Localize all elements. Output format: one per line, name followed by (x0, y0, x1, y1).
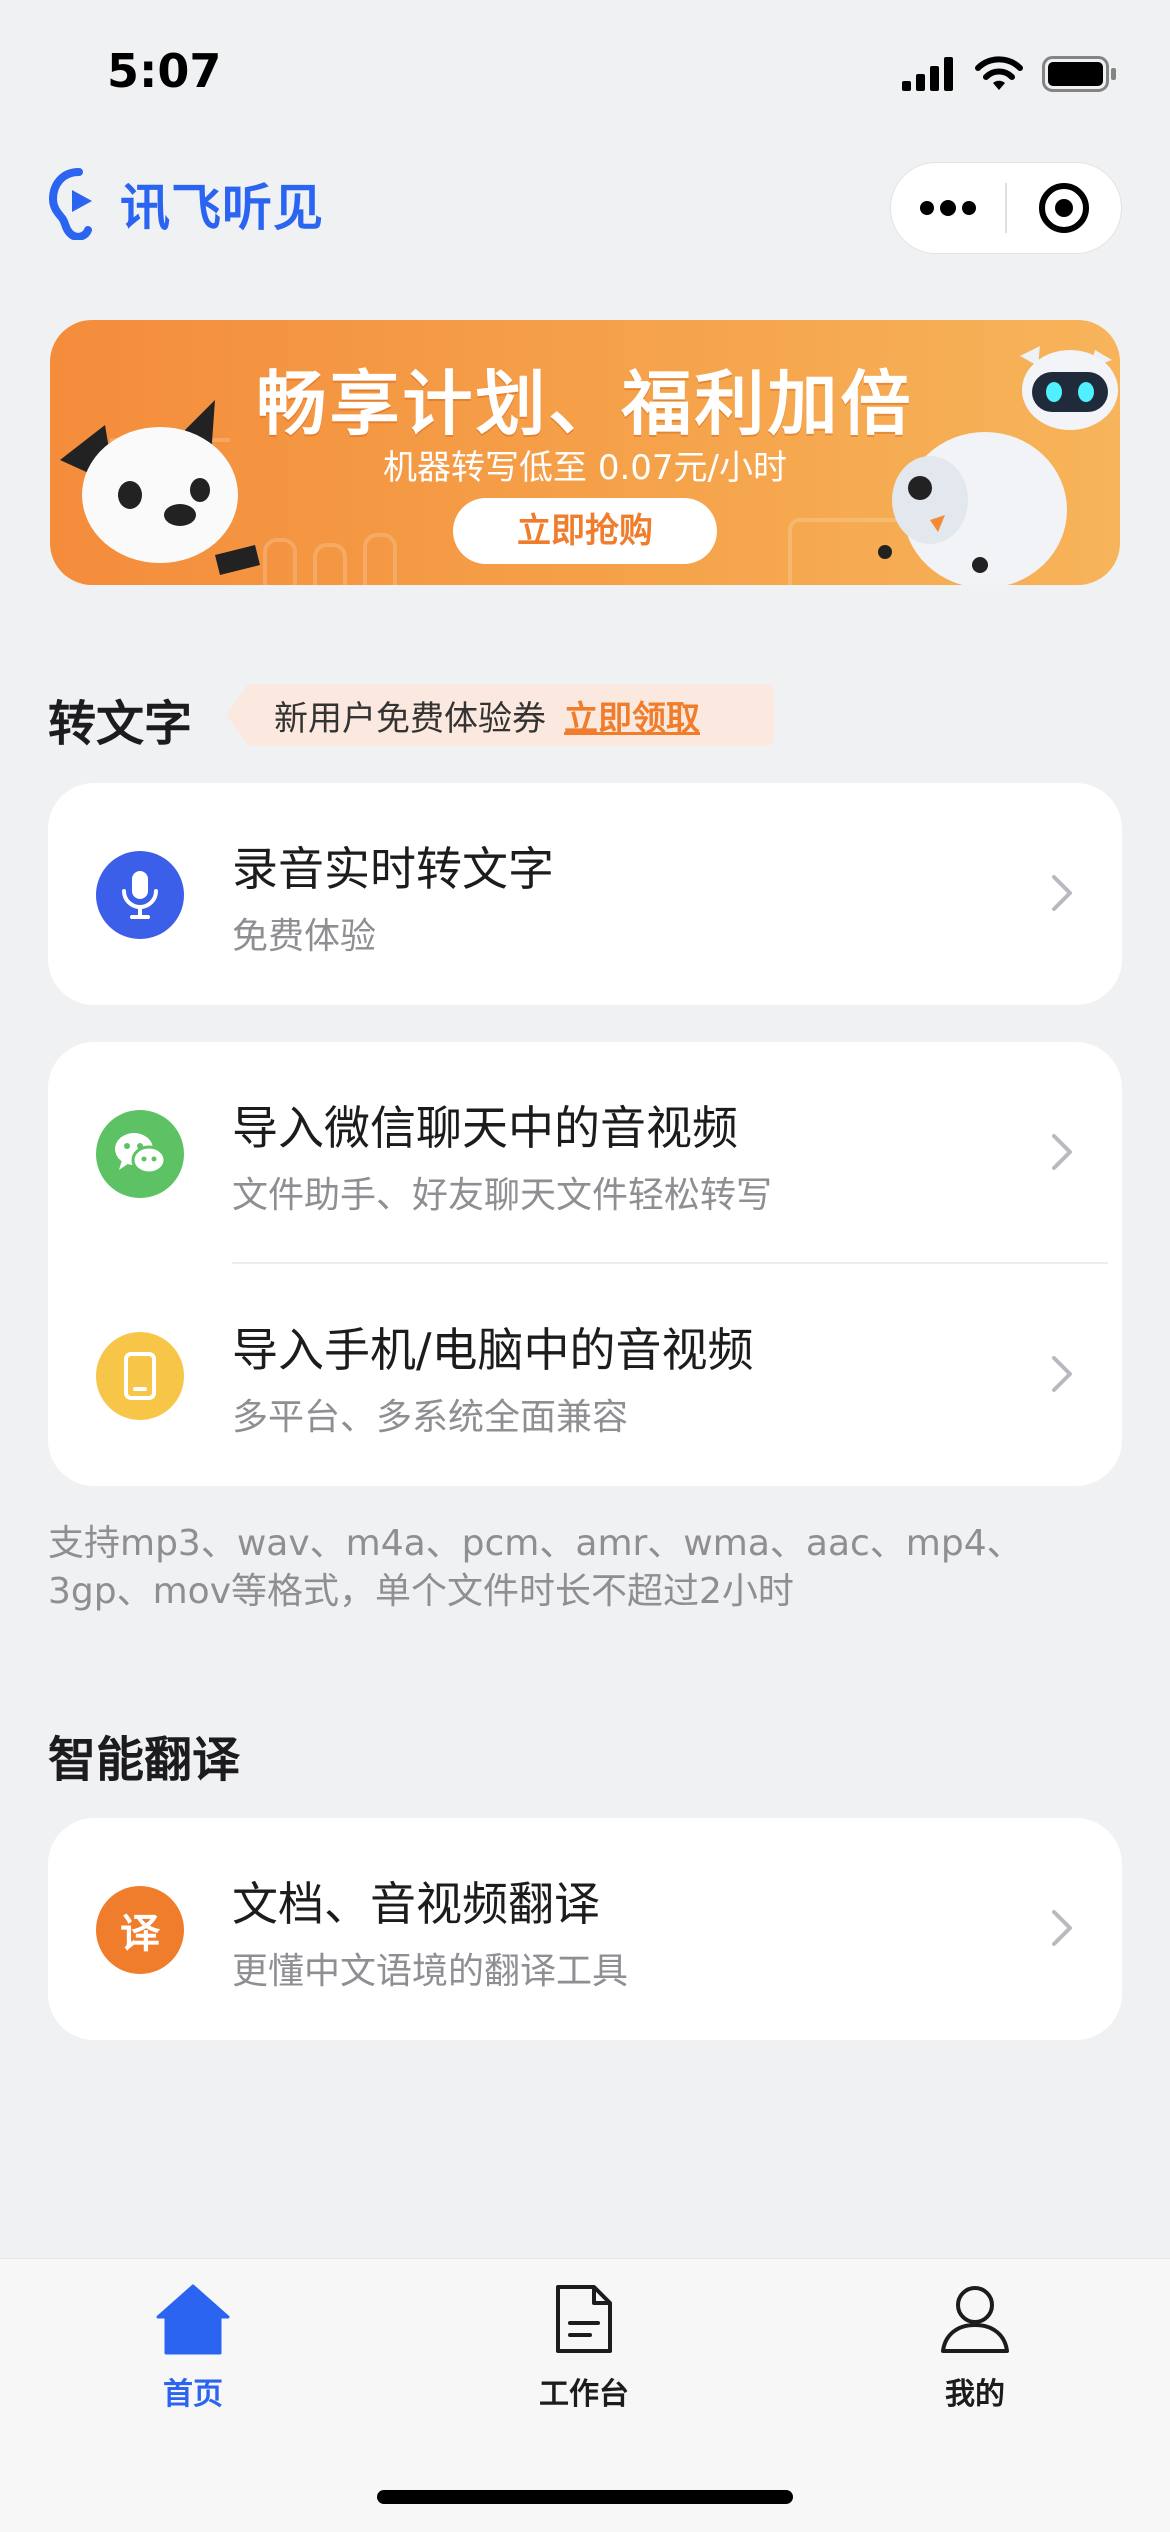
tab-label: 我的 (945, 2377, 1005, 2412)
more-dots-icon (920, 200, 976, 216)
wechat-icon (96, 1110, 184, 1198)
app-logo: 讯飞听见 (48, 168, 324, 240)
promo-banner[interactable]: 畅享计划、福利加倍 机器转写低至 0.07元/小时 立即抢购 (50, 320, 1120, 585)
list-item-translate[interactable]: 译 文档、音视频翻译 更懂中文语境的翻译工具 (48, 1818, 1122, 2040)
coupon-claim-link[interactable]: 立即领取 (564, 691, 700, 740)
row-subtitle: 文件助手、好友聊天文件轻松转写 (232, 1175, 773, 1216)
coupon-tag[interactable]: 新用户免费体验券 立即领取 (226, 684, 774, 746)
realtime-transcribe-card: 录音实时转文字 免费体验 (48, 783, 1122, 1005)
close-mini-program-button[interactable] (1007, 163, 1121, 253)
section-title-transcribe: 转文字 (48, 696, 193, 752)
ear-play-logo-icon (48, 168, 92, 240)
row-title: 文档、音视频翻译 (232, 1877, 600, 1931)
status-bar: 5:07 (0, 0, 1170, 150)
status-time: 5:07 (107, 44, 222, 98)
row-subtitle: 免费体验 (232, 916, 377, 957)
chevron-right-icon (1052, 1134, 1072, 1170)
banner-subtitle: 机器转写低至 0.07元/小时 (383, 448, 787, 488)
microphone-icon (96, 851, 184, 939)
list-item-realtime[interactable]: 录音实时转文字 免费体验 (48, 783, 1122, 1005)
wifi-icon (975, 56, 1023, 90)
battery-icon (1042, 56, 1116, 92)
row-subtitle: 更懂中文语境的翻译工具 (232, 1951, 629, 1992)
chevron-right-icon (1052, 1356, 1072, 1392)
document-icon (556, 2285, 612, 2353)
tab-home[interactable]: 首页 (93, 2283, 293, 2413)
translate-card: 译 文档、音视频翻译 更懂中文语境的翻译工具 (48, 1818, 1122, 2040)
more-button[interactable] (891, 163, 1005, 253)
translate-icon: 译 (96, 1886, 184, 1974)
import-card: 导入微信聊天中的音视频 文件助手、好友聊天文件轻松转写 导入手机/电脑中的音视频… (48, 1042, 1122, 1486)
mini-program-capsule (890, 162, 1122, 254)
row-title: 导入微信聊天中的音视频 (232, 1101, 738, 1155)
supported-formats-note: 支持mp3、wav、m4a、pcm、amr、wma、aac、mp4、3gp、mo… (48, 1523, 1023, 1612)
chevron-right-icon (1052, 875, 1072, 911)
signal-icon (902, 57, 953, 91)
tab-workbench[interactable]: 工作台 (484, 2283, 684, 2413)
user-icon (941, 2286, 1009, 2353)
home-indicator (377, 2490, 793, 2504)
coupon-text: 新用户免费体验券 (274, 698, 546, 739)
tab-label: 工作台 (539, 2377, 629, 2412)
status-icons (902, 56, 1118, 92)
target-icon (1039, 183, 1089, 233)
phone-icon (96, 1332, 184, 1420)
list-item-wechat-import[interactable]: 导入微信聊天中的音视频 文件助手、好友聊天文件轻松转写 (48, 1042, 1122, 1264)
banner-title: 畅享计划、福利加倍 (256, 363, 914, 445)
row-subtitle: 多平台、多系统全面兼容 (232, 1397, 629, 1438)
tab-label: 首页 (163, 2377, 223, 2412)
banner-buy-button[interactable]: 立即抢购 (453, 498, 717, 564)
chevron-right-icon (1052, 1910, 1072, 1946)
section-title-translate: 智能翻译 (48, 1732, 241, 1788)
list-item-device-import[interactable]: 导入手机/电脑中的音视频 多平台、多系统全面兼容 (48, 1264, 1122, 1486)
home-icon (156, 2284, 230, 2355)
tab-profile[interactable]: 我的 (875, 2283, 1075, 2413)
row-title: 录音实时转文字 (232, 842, 554, 896)
translate-icon-glyph: 译 (120, 1911, 160, 1957)
row-title: 导入手机/电脑中的音视频 (232, 1323, 754, 1377)
logo-text: 讯飞听见 (120, 179, 324, 237)
